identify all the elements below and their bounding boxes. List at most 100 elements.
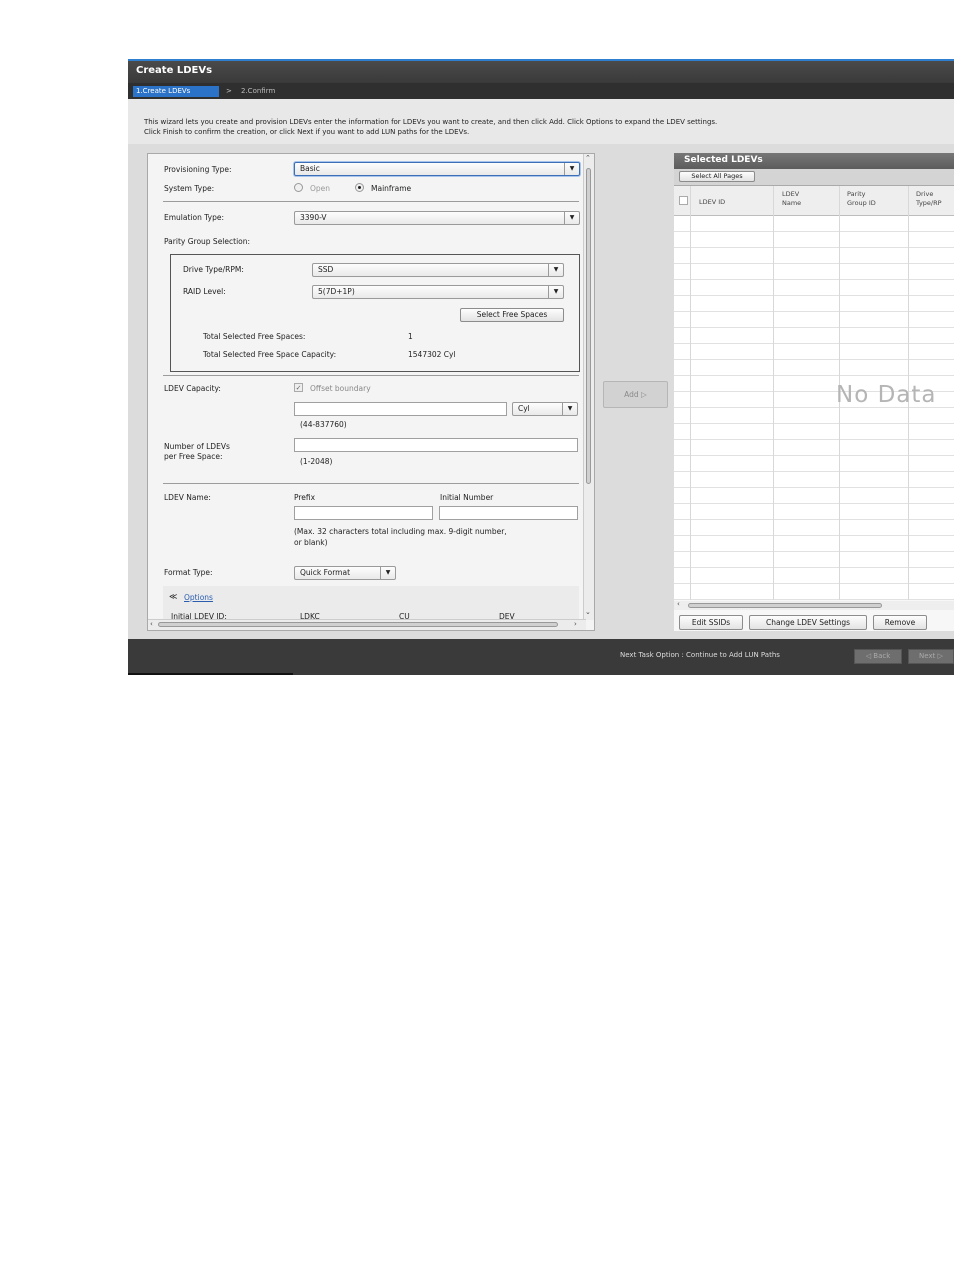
provisioning-type-select[interactable]: Basic ▼	[294, 162, 580, 176]
parity-group-box: Drive Type/RPM: SSD ▼ RAID Level: 5(7D+1…	[170, 254, 580, 372]
emulation-type-value: 3390-V	[300, 213, 327, 222]
ldev-capacity-input[interactable]	[294, 402, 507, 416]
chevron-down-icon: ▼	[562, 403, 577, 415]
scroll-left-icon[interactable]: ‹	[150, 620, 153, 628]
table-row	[674, 440, 954, 456]
table-row	[674, 408, 954, 424]
table-horizontal-scrollbar[interactable]: ‹	[674, 600, 954, 610]
column-parity-group-id[interactable]: Parity Group ID	[847, 190, 876, 208]
window-title: Create LDEVs	[136, 65, 213, 76]
edit-ssids-button[interactable]: Edit SSIDs	[679, 615, 743, 630]
table-row	[674, 248, 954, 264]
table-row	[674, 456, 954, 472]
column-ldev-name[interactable]: LDEV Name	[782, 190, 801, 208]
emulation-type-select[interactable]: 3390-V ▼	[294, 211, 580, 225]
scroll-down-icon[interactable]: ⌄	[585, 608, 591, 616]
scroll-left-icon[interactable]: ‹	[677, 600, 680, 608]
initial-number-input[interactable]	[439, 506, 578, 520]
select-all-checkbox[interactable]	[679, 196, 688, 205]
system-type-open-radio[interactable]	[294, 183, 303, 192]
remove-button[interactable]: Remove	[873, 615, 927, 630]
format-type-value: Quick Format	[300, 568, 351, 577]
table-row	[674, 568, 954, 584]
no-data-text: No Data	[836, 382, 937, 408]
scroll-thumb[interactable]	[586, 168, 591, 484]
divider	[163, 201, 579, 202]
column-divider	[690, 186, 691, 600]
change-ldev-settings-button[interactable]: Change LDEV Settings	[749, 615, 867, 630]
raid-level-select[interactable]: 5(7D+1P) ▼	[312, 285, 564, 299]
scroll-up-icon[interactable]: ⌃	[585, 154, 591, 162]
emulation-type-label: Emulation Type:	[164, 213, 224, 222]
scroll-right-icon[interactable]: ›	[574, 620, 577, 628]
prefix-input[interactable]	[294, 506, 433, 520]
drive-type-select[interactable]: SSD ▼	[312, 263, 564, 277]
table-row	[674, 488, 954, 504]
table-row	[674, 360, 954, 376]
collapse-icon[interactable]: ≪	[169, 592, 177, 601]
add-button[interactable]: Add ▷	[603, 381, 668, 408]
table-row	[674, 552, 954, 568]
ldev-capacity-label: LDEV Capacity:	[164, 384, 221, 393]
wizard-footer: Next Task Option : Continue to Add LUN P…	[128, 639, 954, 675]
initial-number-label: Initial Number	[440, 493, 494, 502]
title-bar: Create LDEVs	[128, 59, 954, 83]
offset-boundary-checkbox[interactable]: ✓	[294, 383, 303, 392]
step-separator: >	[226, 87, 232, 95]
offset-boundary-label: Offset boundary	[310, 384, 371, 393]
column-ldev-id[interactable]: LDEV ID	[699, 198, 725, 207]
format-type-label: Format Type:	[164, 568, 213, 577]
select-all-pages-button[interactable]: Select All Pages	[679, 171, 755, 182]
raid-level-label: RAID Level:	[183, 287, 226, 296]
system-type-mainframe-label: Mainframe	[371, 184, 412, 193]
column-drive-type[interactable]: Drive Type/RP	[916, 190, 942, 208]
vertical-scrollbar[interactable]: ⌃ ⌄	[583, 154, 594, 620]
total-capacity-value: 1547302 Cyl	[408, 350, 456, 359]
table-row	[674, 328, 954, 344]
total-spaces-label: Total Selected Free Spaces:	[203, 332, 306, 341]
footer-stripe	[128, 673, 293, 675]
options-section: ≪ Options Initial LDEV ID: LDKC CU DEV	[163, 586, 579, 621]
back-button[interactable]: ◁ Back	[854, 649, 902, 664]
column-label: Drive	[916, 190, 934, 198]
ldev-capacity-range: (44-837760)	[300, 420, 347, 429]
provisioning-type-value: Basic	[300, 164, 320, 173]
num-ldevs-label-2: per Free Space:	[164, 452, 223, 461]
scroll-thumb[interactable]	[688, 603, 882, 608]
next-task-option[interactable]: Next Task Option : Continue to Add LUN P…	[620, 651, 780, 659]
drive-type-value: SSD	[318, 265, 334, 274]
chevron-down-icon: ▼	[548, 264, 563, 276]
format-type-select[interactable]: Quick Format ▼	[294, 566, 396, 580]
system-type-open-label: Open	[310, 184, 331, 193]
options-link[interactable]: Options	[184, 593, 213, 602]
table-row	[674, 264, 954, 280]
total-capacity-label: Total Selected Free Space Capacity:	[203, 350, 337, 359]
wizard-steps: 1.Create LDEVs > 2.Confirm	[128, 83, 954, 99]
column-label: LDEV ID	[699, 198, 726, 206]
num-ldevs-input[interactable]	[294, 438, 578, 452]
total-spaces-value: 1	[408, 332, 413, 341]
column-label: Type/RP	[916, 199, 942, 207]
next-button[interactable]: Next ▷	[908, 649, 954, 664]
step-confirm[interactable]: 2.Confirm	[241, 86, 275, 97]
horizontal-scrollbar[interactable]: ‹ ›	[148, 619, 586, 630]
table-row	[674, 536, 954, 552]
selected-ldevs-header: Selected LDEVs	[674, 153, 954, 169]
table-row	[674, 472, 954, 488]
drive-type-label: Drive Type/RPM:	[183, 265, 244, 274]
scroll-thumb[interactable]	[158, 622, 558, 627]
table-row	[674, 504, 954, 520]
selected-ldevs-table: LDEV ID LDEV Name Parity Group ID Drive Typ…	[674, 186, 954, 600]
column-label: LDEV	[782, 190, 800, 198]
selected-ldevs-toolbar: Select All Pages	[674, 169, 954, 186]
table-row	[674, 312, 954, 328]
step-create[interactable]: 1.Create LDEVs	[133, 86, 219, 97]
system-type-mainframe-radio[interactable]	[355, 183, 364, 192]
ldev-name-hint-1: (Max. 32 characters total including max.…	[294, 527, 507, 536]
system-type-label: System Type:	[164, 184, 215, 193]
divider	[163, 483, 579, 484]
select-free-spaces-button[interactable]: Select Free Spaces	[460, 308, 564, 322]
chevron-down-icon: ▼	[548, 286, 563, 298]
capacity-unit-select[interactable]: Cyl ▼	[512, 402, 578, 416]
table-row	[674, 344, 954, 360]
